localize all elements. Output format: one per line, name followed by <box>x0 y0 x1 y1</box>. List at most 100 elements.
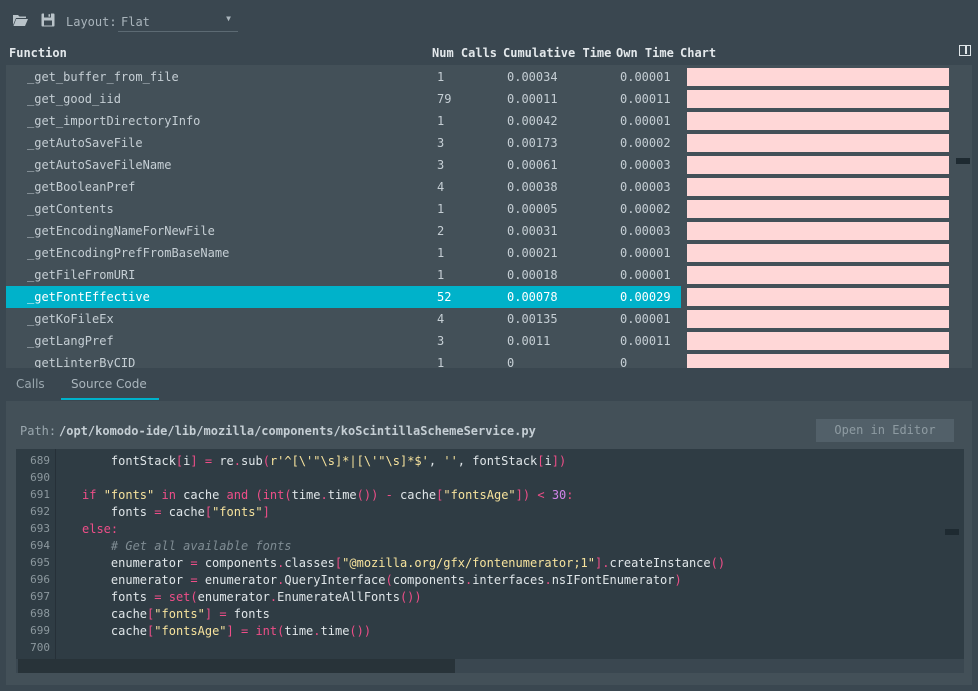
function-name: _getKoFileEx <box>27 312 114 326</box>
own-time: 0.00001 <box>620 70 671 84</box>
column-picker-icon[interactable] <box>959 45 971 56</box>
table-row[interactable]: _getFileFromURI10.000180.00001 <box>6 264 972 286</box>
path-label: Path: <box>20 424 56 438</box>
code-line: enumerator = components.classes["@mozill… <box>82 556 725 570</box>
code-line: # Get all available fonts <box>82 539 292 553</box>
code-line: enumerator = enumerator.QueryInterface(c… <box>82 573 682 587</box>
save-icon[interactable] <box>40 13 56 27</box>
own-time: 0.00029 <box>620 290 671 304</box>
line-number: 693 <box>30 522 50 535</box>
table-row[interactable]: _getEncodingNameForNewFile 2 0.00031 0.0000… <box>6 220 972 242</box>
folder-open-icon[interactable] <box>12 13 28 27</box>
cumulative-time: 0 <box>507 356 514 368</box>
header-num-calls[interactable]: Num Calls <box>432 46 497 60</box>
code-line: if "fonts" in cache and (int(time.time()… <box>82 488 574 502</box>
header-function[interactable]: Function <box>9 46 67 60</box>
chart-bar <box>687 200 949 218</box>
function-name: _getContents <box>27 202 114 216</box>
cumulative-time: 0.00173 <box>507 136 558 150</box>
num-calls: 1 <box>437 246 444 260</box>
own-time: 0.00001 <box>620 114 671 128</box>
chart-bar <box>687 112 949 130</box>
cumulative-time: 0.00061 <box>507 158 558 172</box>
line-number-gutter: 689690691692693694695696697698699700 <box>16 449 56 659</box>
layout-select-value: Flat <box>121 15 150 29</box>
table-row[interactable]: _getBooleanPref40.000380.00003 <box>6 176 972 198</box>
table-row[interactable]: _get_good_iid790.000110.00011 <box>6 88 972 110</box>
cumulative-time: 0.00005 <box>507 202 558 216</box>
bottom-tabs: Calls Source Code <box>6 369 972 401</box>
line-number: 691 <box>30 488 50 501</box>
table-row[interactable]: _getEncodingPrefFromBaseName10.000210.00… <box>6 242 972 264</box>
table-row[interactable]: _getFontEffective 52 0.00078 0.00029 <box>6 286 972 308</box>
num-calls: 1 <box>437 356 444 368</box>
num-calls: 1 <box>437 202 444 216</box>
table-row[interactable]: _getAutoSaveFile30.001730.00002 <box>6 132 972 154</box>
tab-source-code[interactable]: Source Code <box>71 377 147 391</box>
table-scrollbar-thumb[interactable] <box>956 158 970 164</box>
function-name: _get_buffer_from_file <box>27 70 179 84</box>
path-value: /opt/komodo-ide/lib/mozilla/components/k… <box>59 424 536 438</box>
num-calls: 52 <box>437 290 451 304</box>
chevron-down-icon: ▼ <box>226 14 231 23</box>
table-row[interactable]: _getAutoSaveFileName30.000610.00003 <box>6 154 972 176</box>
own-time: 0.00001 <box>620 246 671 260</box>
header-chart[interactable]: Chart <box>680 46 716 60</box>
num-calls: 1 <box>437 268 444 282</box>
num-calls: 1 <box>437 70 444 84</box>
layout-label: Layout: <box>66 15 117 29</box>
line-number: 695 <box>30 556 50 569</box>
num-calls: 4 <box>437 180 444 194</box>
code-editor[interactable]: 689690691692693694695696697698699700 fon… <box>16 449 964 673</box>
editor-scrollbar-thumb[interactable] <box>945 529 959 535</box>
profiler-table: Function Num Calls Cumulative Time Own T… <box>6 38 972 368</box>
tab-calls[interactable]: Calls <box>16 377 45 391</box>
line-number: 700 <box>30 641 50 654</box>
table-rows: _get_buffer_from_file10.000340.00001_get… <box>6 66 972 368</box>
table-row[interactable]: _getLinterByCID100 <box>6 352 972 368</box>
chart-bar <box>687 156 949 174</box>
line-number: 696 <box>30 573 50 586</box>
own-time: 0.00003 <box>620 180 671 194</box>
horizontal-scrollbar-thumb[interactable] <box>18 659 455 673</box>
cumulative-time: 0.00078 <box>507 290 558 304</box>
own-time: 0.00002 <box>620 136 671 150</box>
own-time: 0.00001 <box>620 312 671 326</box>
cumulative-time: 0.00135 <box>507 312 558 326</box>
header-own-time[interactable]: Own Time <box>616 46 674 60</box>
table-row[interactable]: _get_buffer_from_file 1 0.00034 0.00001 <box>6 66 972 88</box>
function-name: _getAutoSaveFileName <box>27 158 172 172</box>
source-code-panel: Path: /opt/komodo-ide/lib/mozilla/compon… <box>6 401 972 685</box>
own-time: 0.00002 <box>620 202 671 216</box>
layout-select[interactable]: Flat ▼ <box>118 11 238 32</box>
own-time: 0.00003 <box>620 224 671 238</box>
cumulative-time: 0.00034 <box>507 70 558 84</box>
table-row[interactable]: _getKoFileEx40.001350.00001 <box>6 308 972 330</box>
num-calls: 2 <box>437 224 444 238</box>
table-row[interactable]: _getLangPref30.00110.00011 <box>6 330 972 352</box>
function-name: _getAutoSaveFile <box>27 136 143 150</box>
table-header: Function Num Calls Cumulative Time Own T… <box>6 38 972 65</box>
cumulative-time: 0.00031 <box>507 224 558 238</box>
code-line: cache["fontsAge"] = int(time.time()) <box>82 624 371 638</box>
num-calls: 3 <box>437 158 444 172</box>
chart-bar <box>687 222 949 240</box>
table-row[interactable]: _getContents 1 0.00005 0.00002 <box>6 198 972 220</box>
table-row[interactable]: _get_importDirectoryInfo10.000420.00001 <box>6 110 972 132</box>
chart-bar <box>687 332 949 350</box>
function-name: _getFontEffective <box>27 290 150 304</box>
code-line: fonts = cache["fonts"] <box>82 505 270 519</box>
cumulative-time: 0.00021 <box>507 246 558 260</box>
own-time: 0.00011 <box>620 92 671 106</box>
header-cumulative-time[interactable]: Cumulative Time <box>503 46 611 60</box>
cumulative-time: 0.00042 <box>507 114 558 128</box>
cumulative-time: 0.00038 <box>507 180 558 194</box>
chart-bar <box>687 266 949 284</box>
chart-bar <box>687 90 949 108</box>
function-name: _getFileFromURI <box>27 268 135 282</box>
chart-bar <box>687 354 949 368</box>
toolbar: Layout: Flat ▼ <box>0 0 978 38</box>
chart-bar <box>687 134 949 152</box>
function-name: _getEncodingNameForNewFile <box>27 224 215 238</box>
open-in-editor-button[interactable]: Open in Editor <box>816 419 954 442</box>
